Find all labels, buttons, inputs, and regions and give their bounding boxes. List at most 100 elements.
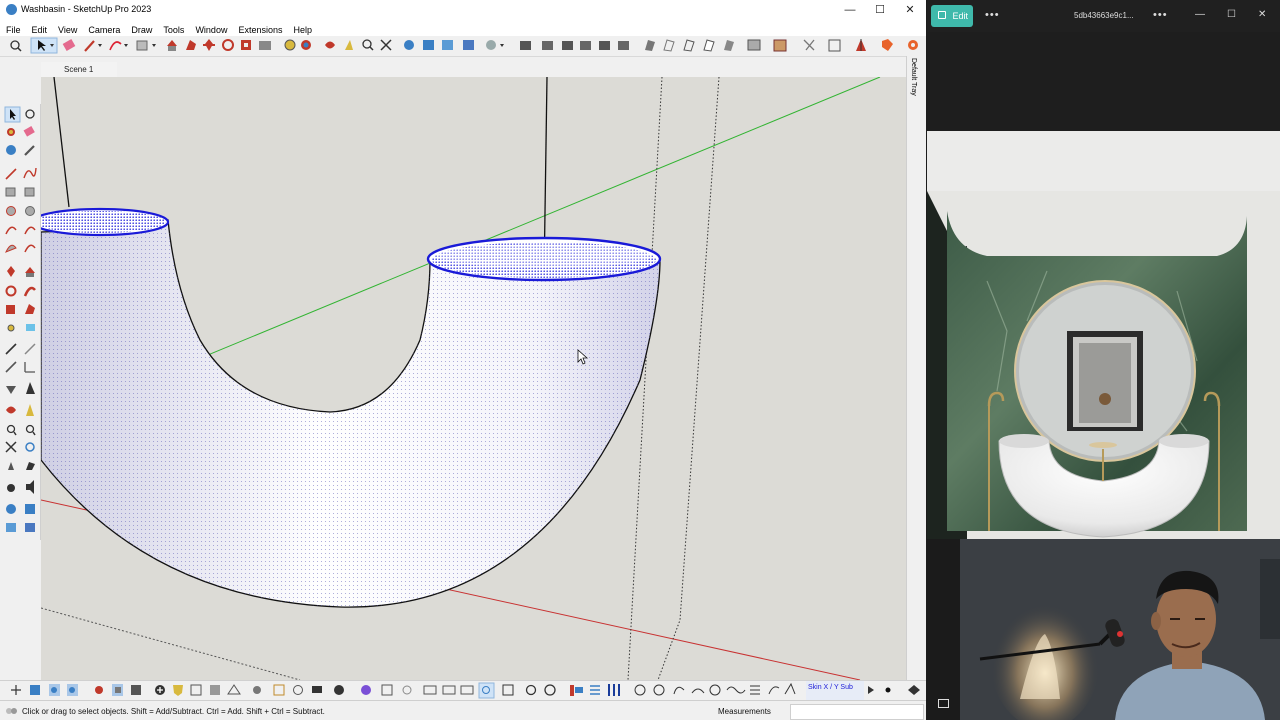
- menu-tools[interactable]: Tools: [157, 22, 189, 35]
- more-options-button[interactable]: •••: [985, 9, 1000, 21]
- focus-icon[interactable]: [478, 682, 495, 699]
- distribute-icon[interactable]: [590, 685, 600, 695]
- box-icon[interactable]: [423, 685, 437, 695]
- tape-measure-icon[interactable]: [7, 324, 15, 332]
- move-icon[interactable]: [203, 39, 215, 51]
- previous-view-icon[interactable]: [25, 442, 35, 452]
- paint-icon[interactable]: [95, 686, 103, 694]
- help-icon[interactable]: [544, 684, 556, 696]
- extension-icon[interactable]: [25, 504, 35, 514]
- filmstrip-icon[interactable]: [938, 699, 949, 708]
- 3d-text-icon[interactable]: [6, 386, 16, 394]
- protractor-icon[interactable]: [5, 361, 17, 373]
- view-iso-icon[interactable]: [520, 41, 531, 50]
- rotate-icon[interactable]: [222, 39, 234, 51]
- walk-icon[interactable]: [26, 462, 35, 470]
- zoom-window-icon[interactable]: [25, 424, 36, 436]
- rectangle-icon[interactable]: [5, 187, 16, 197]
- arc3-icon[interactable]: [24, 244, 36, 253]
- menu-help[interactable]: Help: [287, 22, 317, 35]
- settings-icon[interactable]: [525, 684, 537, 696]
- profile-icon[interactable]: [334, 685, 344, 695]
- menu-camera[interactable]: Camera: [82, 22, 125, 35]
- maximize-button[interactable]: ☐: [866, 2, 894, 18]
- zoom-extents-icon[interactable]: [380, 39, 392, 51]
- shaded-icon[interactable]: [724, 40, 734, 51]
- 3d-warehouse-icon[interactable]: [404, 40, 414, 50]
- shield-icon[interactable]: [173, 685, 183, 696]
- paint-bucket-icon[interactable]: [301, 40, 311, 50]
- axes-icon[interactable]: [24, 362, 35, 373]
- grid-icon[interactable]: [190, 684, 202, 696]
- back-edges-icon[interactable]: [663, 39, 675, 52]
- warehouse-3d-icon[interactable]: [6, 504, 16, 514]
- arc-icon[interactable]: [109, 41, 128, 51]
- menu-edit[interactable]: Edit: [26, 22, 53, 35]
- intersect-icon[interactable]: [803, 39, 815, 51]
- zoom-icon[interactable]: [362, 39, 374, 51]
- play-icon[interactable]: [868, 686, 874, 694]
- scale-icon[interactable]: [241, 40, 251, 50]
- orbit-icon[interactable]: [325, 41, 335, 49]
- solar-north-icon[interactable]: [856, 39, 866, 51]
- cart-icon[interactable]: [312, 686, 322, 693]
- move-icon[interactable]: [7, 266, 15, 277]
- checker-icon[interactable]: [210, 685, 220, 695]
- menu-window[interactable]: Window: [189, 22, 232, 35]
- eraser-icon[interactable]: [23, 126, 35, 137]
- menu-draw[interactable]: Draw: [125, 22, 157, 35]
- select-tool-icon[interactable]: [30, 37, 58, 54]
- rotate-icon[interactable]: [5, 285, 17, 297]
- bars-icon[interactable]: [608, 684, 620, 696]
- select-tool-icon[interactable]: [4, 106, 21, 123]
- viewer-minimize-button[interactable]: —: [1195, 9, 1205, 20]
- more-options-button-2[interactable]: •••: [1153, 9, 1168, 21]
- align-icon[interactable]: [570, 685, 583, 696]
- components-icon[interactable]: [773, 39, 787, 52]
- frame-icon[interactable]: [273, 684, 285, 696]
- wireframe-icon[interactable]: [683, 39, 695, 52]
- search-icon[interactable]: [10, 40, 22, 52]
- close-button[interactable]: ✕: [896, 2, 924, 18]
- default-tray[interactable]: Default Tray: [906, 56, 926, 680]
- push-pull-icon[interactable]: [25, 267, 35, 277]
- iso-cube-icon[interactable]: [502, 684, 514, 696]
- pan-icon[interactable]: [345, 40, 353, 50]
- view-left-icon[interactable]: [618, 41, 629, 50]
- orbit-icon[interactable]: [6, 406, 16, 414]
- follow-me-icon[interactable]: [23, 286, 36, 297]
- tape-icon[interactable]: [5, 343, 17, 355]
- extension-manager-icon[interactable]: [463, 40, 474, 50]
- view-icon[interactable]: [442, 685, 456, 695]
- zoom-icon[interactable]: [6, 424, 17, 436]
- warehouse-icon[interactable]: [6, 145, 16, 155]
- sandbox-icon[interactable]: [828, 39, 841, 52]
- washbasin-model[interactable]: [41, 207, 662, 608]
- layout-icon[interactable]: [442, 40, 453, 50]
- ruby-console-icon[interactable]: [882, 39, 893, 51]
- text-icon[interactable]: [26, 324, 35, 331]
- zoom-extents-icon[interactable]: [5, 441, 17, 453]
- arc-icon[interactable]: [5, 226, 17, 235]
- pan-arrows-icon[interactable]: [908, 685, 920, 695]
- paint-bucket-icon[interactable]: [7, 128, 15, 136]
- extension-warehouse-icon[interactable]: [423, 40, 434, 50]
- pan-icon[interactable]: [26, 404, 34, 416]
- view-top-icon[interactable]: [542, 41, 553, 50]
- layout-send-icon[interactable]: [6, 523, 16, 532]
- component-icon[interactable]: [112, 684, 123, 696]
- pencil-icon[interactable]: [24, 145, 35, 156]
- sound-icon[interactable]: [26, 480, 34, 494]
- edit-button[interactable]: Edit: [931, 5, 973, 27]
- measurements-input[interactable]: [790, 704, 924, 720]
- offset-icon[interactable]: [25, 304, 35, 314]
- model-viewport[interactable]: [41, 77, 906, 680]
- material-icon[interactable]: [131, 685, 141, 695]
- hidden-line-icon[interactable]: [703, 39, 715, 52]
- viewer-close-button[interactable]: ✕: [1258, 9, 1266, 20]
- push-pull-icon[interactable]: [167, 40, 177, 51]
- solid-tools2-icon[interactable]: [67, 684, 78, 696]
- shape-icon[interactable]: [227, 684, 241, 695]
- settings-gear-icon[interactable]: [908, 40, 918, 50]
- tape-measure-icon[interactable]: [284, 39, 296, 51]
